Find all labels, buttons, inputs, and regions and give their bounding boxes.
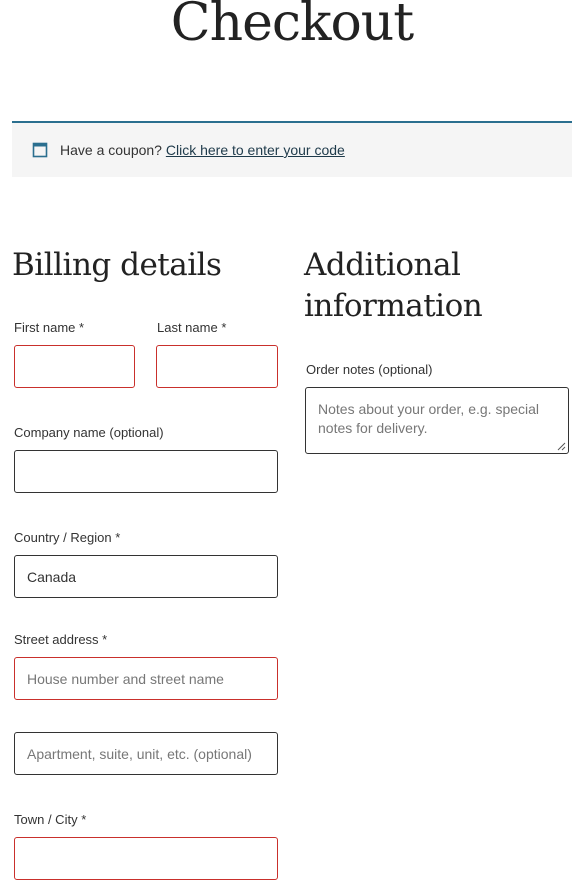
street-address-label: Street address * [14, 632, 108, 647]
first-name-label: First name * [14, 320, 85, 335]
billing-heading: Billing details [12, 247, 222, 283]
city-label: Town / City * [14, 812, 87, 827]
order-notes-label: Order notes (optional) [306, 362, 433, 377]
coupon-prompt: Have a coupon? [60, 142, 162, 158]
company-label: Company name (optional) [14, 425, 164, 440]
street-address-field-2[interactable]: Apartment, suite, unit, etc. (optional) [14, 732, 278, 775]
page-title: Checkout [170, 0, 414, 53]
street-address-field-1[interactable]: House number and street name [14, 657, 278, 700]
enter-coupon-link[interactable]: Click here to enter your code [166, 142, 345, 158]
additional-info-heading: Additional information [304, 247, 483, 324]
country-value: Canada [27, 568, 77, 585]
country-select[interactable]: Canada [14, 555, 278, 598]
window-icon [32, 142, 48, 158]
country-label: Country / Region * [14, 530, 121, 545]
city-field[interactable] [14, 837, 278, 880]
last-name-field[interactable] [156, 345, 278, 388]
order-notes-textarea[interactable]: Notes about your order, e.g. special note… [305, 387, 569, 454]
company-field[interactable] [14, 450, 278, 493]
first-name-field[interactable] [14, 345, 135, 388]
coupon-notice: Have a coupon? Click here to enter your … [12, 121, 572, 177]
last-name-label: Last name * [157, 320, 227, 335]
resize-handle-icon[interactable] [556, 441, 566, 451]
